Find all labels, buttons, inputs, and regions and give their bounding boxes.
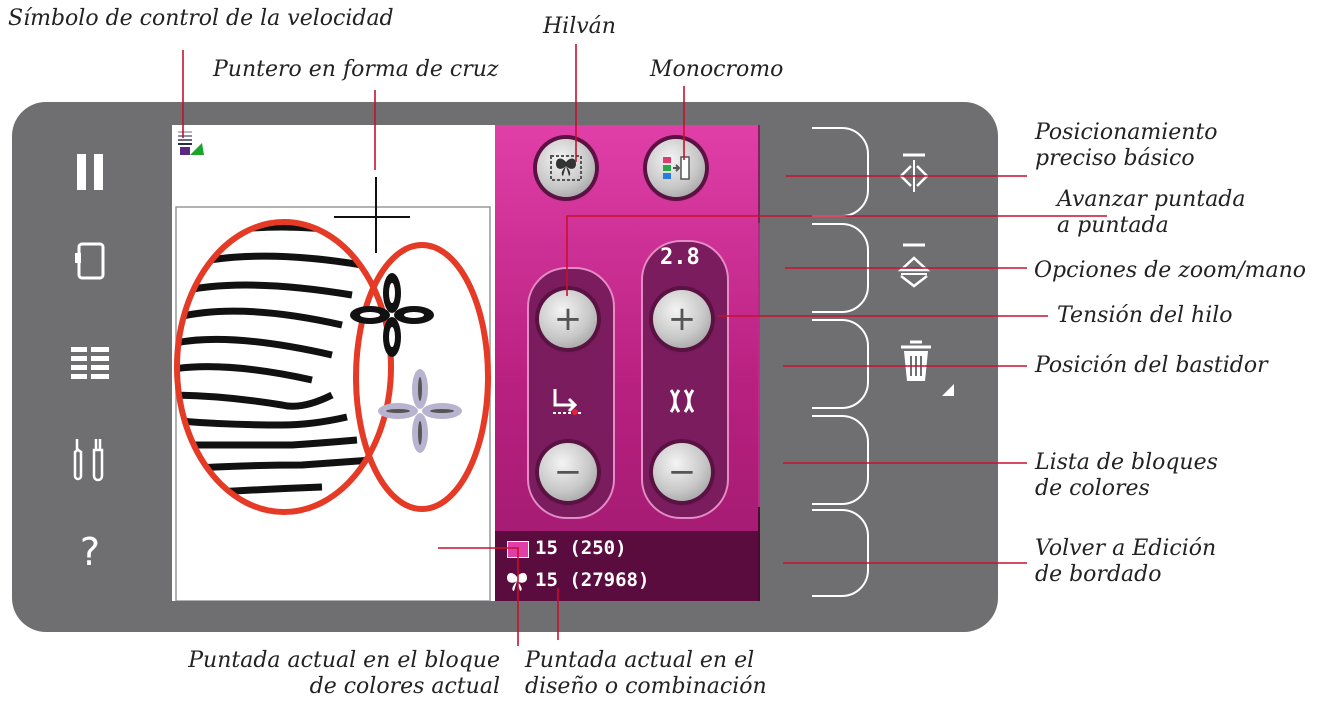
callout-back-to-edit: Volver a Edición de bordado: [1035, 536, 1216, 588]
delete-trash-icon[interactable]: [896, 336, 936, 386]
stitch-forward-button[interactable]: +: [539, 290, 597, 348]
callout-current-stitch-block-line1: Puntada actual en el bloque: [188, 648, 500, 673]
color-block-list-button[interactable]: [758, 413, 760, 507]
hoop-position-button[interactable]: [758, 317, 760, 413]
speed-control-icon: [178, 131, 204, 155]
design-stitch-counter: 15 (27968): [535, 569, 650, 591]
callout-stitch-by-stitch-line2: a puntada: [1057, 213, 1169, 238]
callout-zoom-pan: Opciones de zoom/mano: [1034, 258, 1307, 283]
callout-color-block-list-line1: Lista de bloques: [1035, 450, 1218, 475]
callout-monochrome: Monocromo: [650, 57, 784, 82]
basting-button[interactable]: [537, 139, 595, 197]
help-glyph: ?: [79, 530, 101, 574]
crosshair-pointer: [334, 177, 410, 253]
right-strip: [758, 125, 760, 601]
callout-stitch-by-stitch: Avanzar puntada a puntada: [1057, 187, 1246, 239]
thread-tension-icon: [667, 387, 697, 419]
callout-precise-positioning-line1: Posicionamiento: [1035, 120, 1218, 145]
callout-current-stitch-design-line2: diseño o combinación: [525, 674, 767, 699]
callout-thread-tension: Tensión del hilo: [1057, 303, 1233, 328]
list-icon[interactable]: [68, 340, 112, 384]
callout-color-block-list: Lista de bloques de colores: [1035, 450, 1218, 502]
callout-current-stitch-design: Puntada actual en el diseño o combinació…: [525, 648, 767, 700]
embroidery-screen: + − 2.8 + − 15 (250) 15 (27968): [172, 125, 760, 601]
move-hoop-icon[interactable]: [894, 242, 934, 288]
machine-icon[interactable]: [68, 239, 112, 283]
tools-icon[interactable]: [68, 437, 112, 482]
callout-precise-positioning: Posicionamiento preciso básico: [1035, 120, 1218, 172]
callout-back-to-edit-line1: Volver a Edición: [1035, 536, 1217, 561]
embroidery-canvas[interactable]: [172, 125, 495, 601]
minus-glyph: −: [667, 452, 697, 492]
move-to-center-icon[interactable]: [894, 150, 934, 196]
plus-glyph: +: [553, 299, 583, 339]
callout-precise-positioning-line2: preciso básico: [1035, 146, 1195, 171]
color-block-swatch: [507, 541, 529, 558]
callout-basting: Hilván: [543, 14, 616, 39]
tension-value: 2.8: [660, 245, 700, 270]
callout-hoop-position: Posición del bastidor: [1035, 353, 1268, 378]
callout-current-stitch-block-line2: de colores actual: [309, 674, 500, 699]
back-to-edit-button[interactable]: [758, 507, 760, 601]
tension-decrease-button[interactable]: −: [653, 443, 711, 501]
callout-speed-symbol: Símbolo de control de la velocidad: [8, 6, 394, 31]
husqvarna-logo-icon[interactable]: [68, 150, 112, 194]
callout-crosshair: Puntero en forma de cruz: [213, 57, 499, 82]
monochrome-button[interactable]: [647, 139, 705, 197]
callout-current-stitch-block: Puntada actual en el bloque de colores a…: [170, 648, 500, 700]
callout-back-to-edit-line2: de bordado: [1035, 562, 1162, 587]
help-icon[interactable]: ?: [68, 530, 112, 574]
tension-increase-button[interactable]: +: [653, 290, 711, 348]
callout-color-block-list-line2: de colores: [1035, 476, 1150, 501]
butterfly-icon: [505, 571, 529, 595]
control-panel: + − 2.8 + − 15 (250) 15 (27968): [495, 125, 760, 601]
precise-positioning-button[interactable]: [758, 125, 760, 223]
plus-glyph: +: [667, 299, 697, 339]
stitch-back-button[interactable]: −: [539, 443, 597, 501]
dropdown-corner-icon: [942, 384, 954, 396]
minus-glyph: −: [553, 452, 583, 492]
callout-stitch-by-stitch-line1: Avanzar puntada: [1057, 187, 1246, 212]
callout-current-stitch-design-line1: Puntada actual en el: [525, 648, 755, 673]
monochrome-icon: [663, 156, 690, 180]
zoom-pan-button[interactable]: [758, 223, 760, 317]
basting-icon: [550, 155, 582, 181]
block-stitch-counter: 15 (250): [535, 537, 627, 559]
stitch-step-icon: [551, 387, 585, 419]
